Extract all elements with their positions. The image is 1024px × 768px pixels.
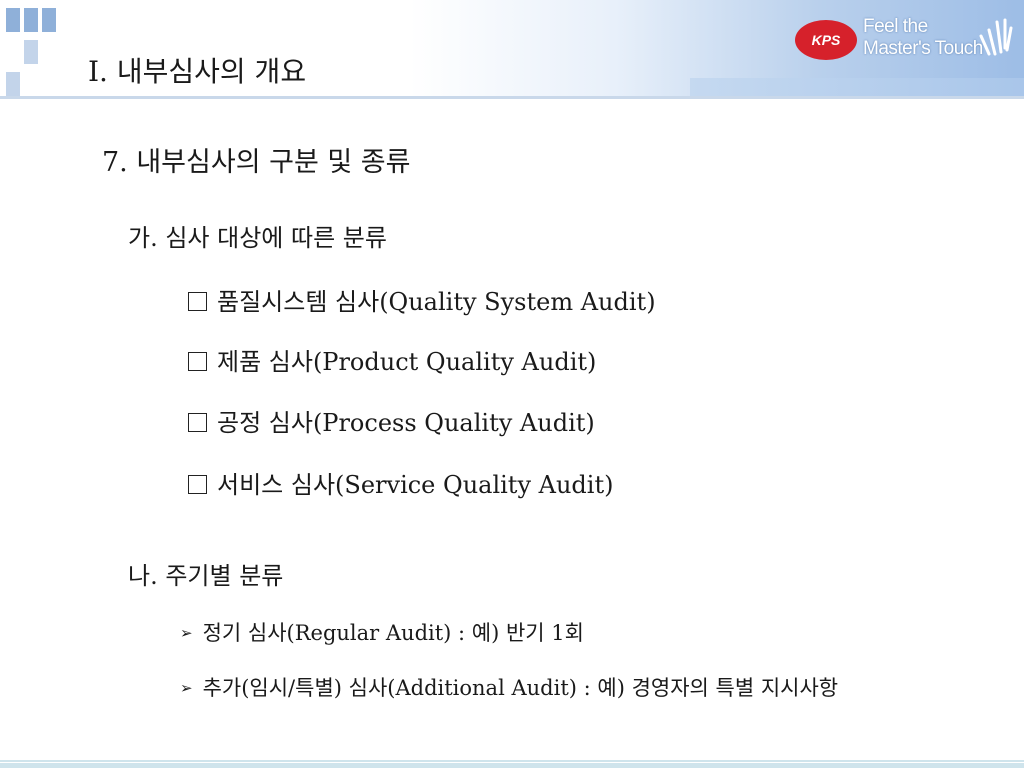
arrow-bullet-icon: ➢	[180, 624, 193, 642]
decor-square	[42, 8, 56, 32]
list-item: 제품 심사(Product Quality Audit)	[188, 342, 596, 377]
slide-title: Ⅰ. 내부심사의 개요	[88, 55, 307, 88]
logo-mark: KPS	[795, 20, 857, 60]
logo-slogan: Feel the Master's Touch	[863, 16, 983, 60]
list-item: 공정 심사(Process Quality Audit)	[188, 403, 595, 438]
list-item-label: 서비스 심사(Service Quality Audit)	[217, 471, 614, 499]
list-item-label: 추가(임시/특별) 심사(Additional Audit) : 예) 경영자의…	[202, 676, 839, 700]
hand-icon	[979, 18, 1013, 56]
decor-square	[24, 40, 38, 64]
checkbox-square-icon	[188, 352, 207, 371]
checkbox-square-icon	[188, 413, 207, 432]
list-item: 서비스 심사(Service Quality Audit)	[188, 465, 613, 500]
subsection-b-title: 나. 주기별 분류	[128, 562, 284, 590]
list-item-label: 품질시스템 심사(Quality System Audit)	[217, 288, 656, 316]
logo-slogan-line1: Feel the	[863, 16, 928, 37]
list-item-label: 제품 심사(Product Quality Audit)	[217, 348, 597, 376]
company-logo: KPS Feel the Master's Touch	[795, 14, 1015, 66]
subsection-a-title: 가. 심사 대상에 따른 분류	[128, 224, 387, 252]
decor-square	[24, 8, 38, 32]
list-item: ➢ 정기 심사(Regular Audit) : 예) 반기 1회	[180, 617, 584, 647]
arrow-bullet-icon: ➢	[180, 679, 193, 697]
logo-slogan-line2: Master's Touch	[863, 38, 983, 59]
checkbox-square-icon	[188, 292, 207, 311]
decor-square	[6, 8, 20, 32]
decor-square	[6, 72, 20, 96]
list-item: ➢ 추가(임시/특별) 심사(Additional Audit) : 예) 경영자…	[180, 672, 838, 702]
list-item-label: 공정 심사(Process Quality Audit)	[217, 409, 595, 437]
section-heading: 7. 내부심사의 구분 및 종류	[102, 147, 411, 178]
checkbox-square-icon	[188, 475, 207, 494]
header-band	[690, 78, 1024, 98]
footer-divider	[0, 762, 1024, 763]
header-divider	[0, 96, 1024, 99]
list-item: 품질시스템 심사(Quality System Audit)	[188, 282, 656, 317]
list-item-label: 정기 심사(Regular Audit) : 예) 반기 1회	[202, 621, 584, 645]
